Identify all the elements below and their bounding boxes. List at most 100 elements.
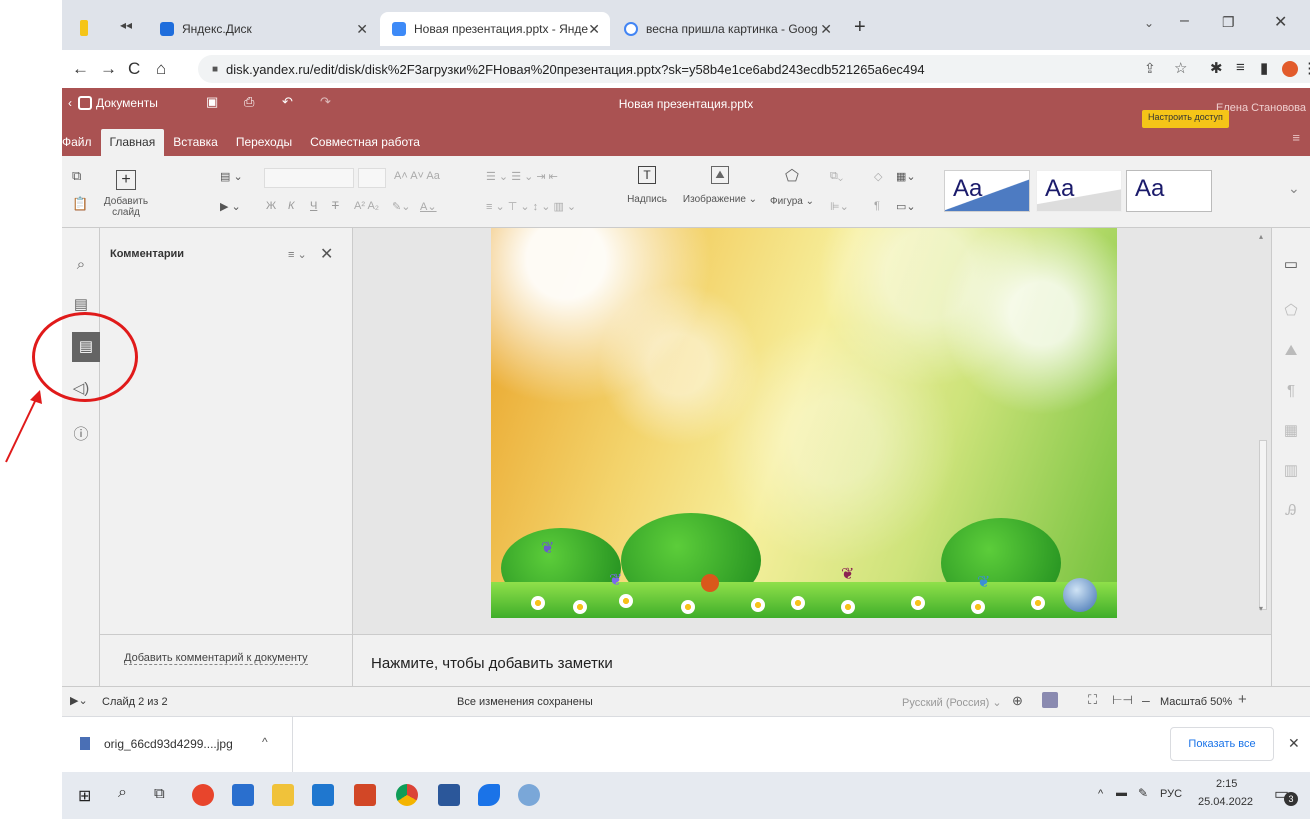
clear-style-icon[interactable]: ◇ xyxy=(874,170,882,183)
show-all-button[interactable]: Показать все xyxy=(1170,727,1274,761)
themes-expand-icon[interactable]: ⌄ xyxy=(1288,180,1300,197)
search-icon[interactable]: ⌕ xyxy=(118,784,127,802)
highlight-color-icon[interactable]: ✎⌄ xyxy=(392,200,410,213)
back-icon[interactable]: ← xyxy=(72,59,89,79)
scroll-thumb[interactable] xyxy=(1259,440,1267,610)
image-button[interactable]: ⛰ Изображение ⌄ xyxy=(678,166,762,205)
notes-placeholder[interactable]: Нажмите, чтобы добавить заметки xyxy=(371,655,613,672)
paragraph-settings-icon[interactable]: ¶ xyxy=(1272,376,1310,406)
tab-presentation[interactable]: Новая презентация.pptx - Янде ✕ xyxy=(380,12,610,46)
scroll-up-icon[interactable]: ▴ xyxy=(1259,232,1263,241)
slideshow-start-icon[interactable]: ▶⌄ xyxy=(70,694,88,707)
extensions-icon[interactable]: ✱ xyxy=(1210,59,1223,77)
pen-app-icon[interactable] xyxy=(478,784,500,806)
slide-counter[interactable]: Слайд 2 из 2 xyxy=(102,696,168,708)
restore-icon[interactable]: ❐ xyxy=(1222,14,1235,31)
search-icon[interactable]: ⌕ xyxy=(62,250,100,280)
input-language[interactable]: РУС xyxy=(1160,788,1182,800)
file-explorer-icon[interactable] xyxy=(272,784,294,806)
notes-panel[interactable]: Нажмите, чтобы добавить заметки xyxy=(353,634,1271,686)
clock-time[interactable]: 2:15 xyxy=(1216,778,1237,790)
undo-icon[interactable]: ↶ xyxy=(282,94,293,110)
new-tab-icon[interactable]: + xyxy=(854,16,866,39)
redo-icon[interactable]: ↷ xyxy=(320,94,331,110)
theme-blank[interactable]: Aa xyxy=(944,170,1030,212)
paragraph-icon[interactable]: ¶ xyxy=(874,200,880,212)
theme-classic[interactable]: Aa xyxy=(1126,170,1212,212)
slide-canvas[interactable]: ❦ ❦ ❦ ❦ xyxy=(491,228,1117,618)
arrange-icon[interactable]: ⧉⌄ xyxy=(830,170,843,183)
tab-file[interactable]: Файл xyxy=(62,129,101,156)
tab-google-search[interactable]: весна пришла картинка - Goog ✕ xyxy=(612,12,842,46)
task-view-icon[interactable]: ⧉ xyxy=(154,785,165,802)
color-scheme-icon[interactable]: ▦⌄ xyxy=(896,170,916,183)
tab-collaboration[interactable]: Совместная работа xyxy=(301,129,429,156)
download-file-name[interactable]: orig_66cd93d4299....jpg xyxy=(104,737,233,751)
paint-app-icon[interactable] xyxy=(518,784,540,806)
bold-button[interactable]: Ж xyxy=(266,200,276,212)
list-icons[interactable]: ☰ ⌄ ☰ ⌄ ⇥ ⇤ xyxy=(486,170,558,183)
font-size-select[interactable] xyxy=(358,168,386,188)
notifications-button[interactable]: ▭ 3 xyxy=(1272,782,1298,808)
word-icon[interactable] xyxy=(438,784,460,806)
network-icon[interactable]: ▬ xyxy=(1116,787,1127,799)
print-icon[interactable]: ⎙ xyxy=(244,94,254,110)
globe-language-icon[interactable]: ⊕ xyxy=(1012,693,1023,709)
bookmark-star-icon[interactable]: ☆ xyxy=(1174,59,1187,77)
zoom-out-icon[interactable]: – xyxy=(1142,692,1150,708)
slideshow-icon[interactable]: ▶ ⌄ xyxy=(220,200,241,213)
profile-avatar[interactable] xyxy=(1282,61,1298,77)
image-settings-icon[interactable]: ⛰ xyxy=(1272,336,1310,366)
italic-button[interactable]: К xyxy=(288,200,294,212)
vertical-scrollbar[interactable]: ▴ ▾ xyxy=(1257,232,1269,622)
mail-icon[interactable] xyxy=(312,784,334,806)
layout-icon[interactable]: ▤ ⌄ xyxy=(220,170,243,183)
tab-transitions[interactable]: Переходы xyxy=(227,129,301,156)
font-color-icon[interactable]: A⌄ xyxy=(420,200,437,213)
menu-icon[interactable]: ⋮ xyxy=(1302,59,1310,77)
close-icon[interactable]: ✕ xyxy=(320,244,333,264)
close-icon[interactable]: ✕ xyxy=(356,21,368,38)
about-info-icon[interactable]: ⓘ xyxy=(62,420,100,450)
yandex-bookmark-icon[interactable] xyxy=(80,20,88,36)
language-select[interactable]: Русский (Россия) ⌄ xyxy=(902,696,1002,709)
table-settings-icon[interactable]: ▦ xyxy=(1272,416,1310,446)
store-icon[interactable] xyxy=(232,784,254,806)
copy-icon[interactable]: ⧉ xyxy=(72,168,81,184)
windows-start-icon[interactable]: ⊞ xyxy=(78,786,91,806)
clock-date[interactable]: 25.04.2022 xyxy=(1198,796,1253,808)
tab-yandex-disk[interactable]: Яндекс.Диск ✕ xyxy=(148,12,378,46)
powerpoint-icon[interactable] xyxy=(354,784,376,806)
slide-settings-icon[interactable]: ▭ xyxy=(1272,250,1310,280)
back-to-documents-icon[interactable]: ‹ xyxy=(68,96,72,110)
font-name-select[interactable] xyxy=(264,168,354,188)
minimize-icon[interactable]: – xyxy=(1180,12,1189,30)
caption-button[interactable]: T Надпись xyxy=(624,166,670,205)
align-shape-icon[interactable]: ⊫⌄ xyxy=(830,200,849,213)
chrome-icon[interactable] xyxy=(396,784,418,806)
textart-settings-icon[interactable]: Ꭿ xyxy=(1272,496,1310,526)
share-access-button[interactable]: Настроить доступ xyxy=(1142,110,1229,128)
pen-tray-icon[interactable]: ✎ xyxy=(1138,786,1148,800)
add-slide-button[interactable]: + Добавить слайд xyxy=(90,164,162,220)
save-icon[interactable]: ▣ xyxy=(206,94,218,110)
download-options-icon[interactable]: ^ xyxy=(262,735,268,749)
chart-settings-icon[interactable]: ▥ xyxy=(1272,456,1310,486)
shape-settings-icon[interactable]: ⬠ xyxy=(1272,296,1310,326)
address-bar[interactable]: ■ disk.yandex.ru/edit/disk/disk%2F3агруз… xyxy=(198,55,1310,83)
close-shelf-icon[interactable]: ✕ xyxy=(1288,735,1300,752)
close-window-icon[interactable]: ✕ xyxy=(1274,12,1287,32)
close-icon[interactable]: ✕ xyxy=(588,21,600,38)
tab-home[interactable]: Главная xyxy=(100,129,165,156)
paste-icon[interactable]: 📋 xyxy=(72,196,88,212)
tray-expand-icon[interactable]: ^ xyxy=(1098,788,1103,800)
hamburger-menu-icon[interactable]: ≡ xyxy=(1292,130,1300,145)
shape-button[interactable]: ⬠ Фигура ⌄ xyxy=(762,166,822,207)
forward-icon[interactable]: → xyxy=(100,59,117,79)
share-icon[interactable]: ⇪ xyxy=(1144,60,1156,77)
fit-slide-icon[interactable]: ⛶ xyxy=(1088,692,1097,708)
app-title[interactable]: Документы xyxy=(96,96,158,110)
slide-size-icon[interactable]: ▭⌄ xyxy=(896,200,916,213)
scroll-down-icon[interactable]: ▾ xyxy=(1259,604,1263,613)
align-icons[interactable]: ≡ ⌄ ⊤ ⌄ ↕ ⌄ ▥ ⌄ xyxy=(486,200,576,213)
